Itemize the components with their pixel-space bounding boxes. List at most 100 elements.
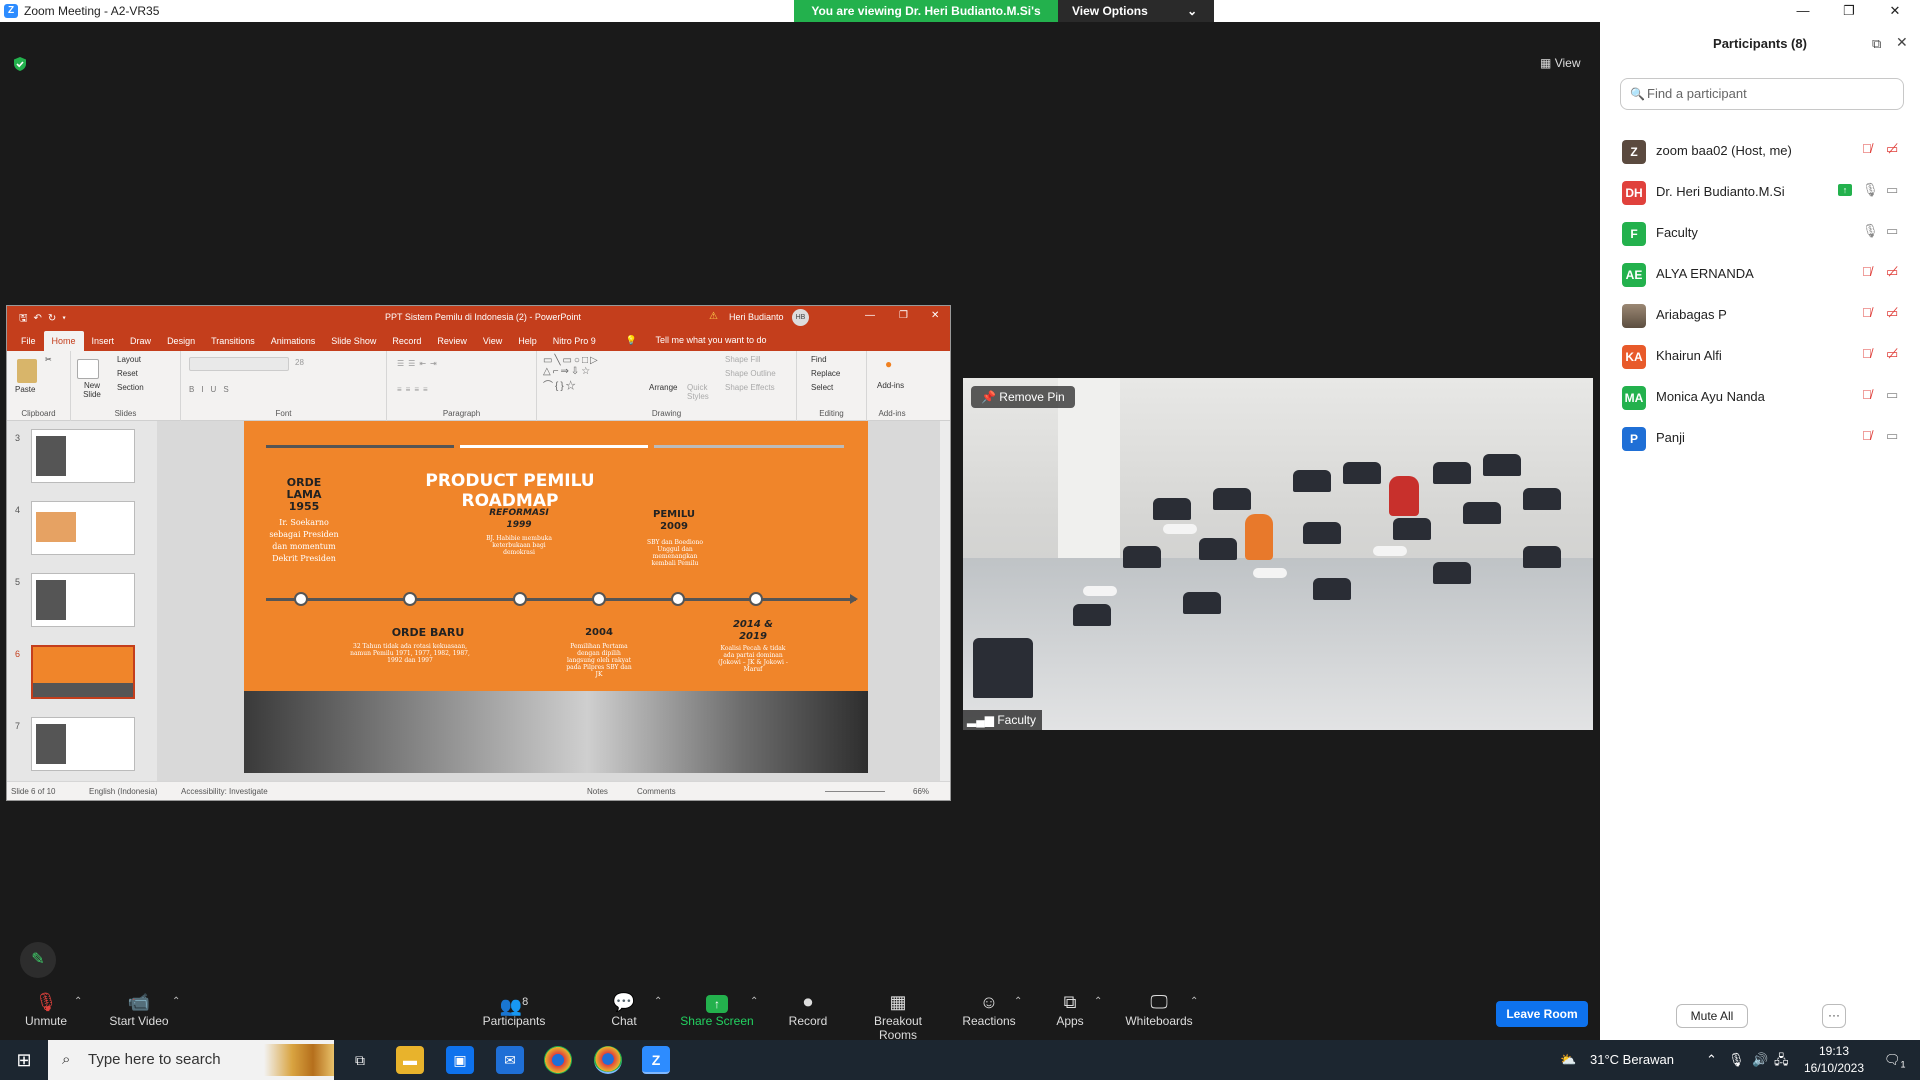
orde-lama-text: Ir. Soekarno sebagai Presiden dan moment… bbox=[269, 518, 339, 563]
participant-row[interactable]: Ariabagas P 🎙̸ ▭̸ bbox=[1600, 295, 1920, 336]
mic-on-icon: 🎙 bbox=[1862, 182, 1879, 197]
restore-button[interactable]: ❐ bbox=[1826, 0, 1872, 22]
start-video-label: Start Video bbox=[109, 1014, 169, 1028]
chair bbox=[1433, 462, 1471, 484]
participant-row[interactable]: KA Khairun Alfi 🎙̸ ▭̸ bbox=[1600, 336, 1920, 377]
chair bbox=[1343, 462, 1381, 484]
chair bbox=[1183, 592, 1221, 614]
close-window-button[interactable]: ✕ bbox=[1872, 0, 1918, 22]
close-panel-icon[interactable]: ✕ bbox=[1896, 34, 1908, 51]
whiteboards-label: Whiteboards bbox=[1125, 1014, 1193, 1028]
ppt-tab-animations: Animations bbox=[270, 336, 316, 346]
share-screen-button[interactable]: ↑ Share Screen bbox=[680, 990, 754, 1028]
muted-mic-icon: 🎙 bbox=[34, 992, 58, 1012]
windows-start-icon[interactable]: ⊞ bbox=[10, 1046, 38, 1074]
taskbar-clock[interactable]: 19:13 16/10/2023 bbox=[1796, 1043, 1872, 1077]
ppt-vertical-scrollbar bbox=[940, 421, 950, 783]
taskbar-search-input[interactable]: ⌕ Type here to search bbox=[48, 1040, 334, 1080]
reactions-options-caret[interactable]: ⌃ bbox=[1014, 996, 1022, 1007]
reactions-button[interactable]: ☺ Reactions bbox=[962, 990, 1016, 1028]
minimize-button[interactable]: — bbox=[1780, 0, 1826, 22]
slide-title: PRODUCT PEMILU ROADMAP bbox=[425, 471, 595, 511]
avatar: P bbox=[1622, 427, 1646, 451]
share-screen-icon: ↑ bbox=[680, 990, 754, 1014]
paste-label: Paste bbox=[15, 385, 36, 394]
participants-button[interactable]: 👥8 Participants bbox=[480, 990, 548, 1028]
chat-button[interactable]: 💬 Chat bbox=[608, 990, 640, 1028]
tell-me-label: Tell me what you want to do bbox=[655, 335, 767, 345]
apps-button[interactable]: ⧉ Apps bbox=[1054, 990, 1086, 1028]
tray-chevron-icon[interactable]: ⌃ bbox=[1706, 1040, 1717, 1080]
desk bbox=[1163, 524, 1197, 534]
participant-row[interactable]: AE ALYA ERNANDA 🎙̸ ▭̸ bbox=[1600, 254, 1920, 295]
leave-room-button[interactable]: Leave Room bbox=[1496, 1001, 1588, 1027]
remove-pin-label: Remove Pin bbox=[999, 390, 1065, 404]
avatar: F bbox=[1622, 222, 1646, 246]
reactions-icon: ☺ bbox=[979, 992, 999, 1012]
participant-search-input[interactable]: 🔍 Find a participant bbox=[1620, 78, 1904, 110]
y2004-heading: 2004 bbox=[585, 627, 613, 638]
pinned-video-tile[interactable]: 📌 Remove Pin ▂▄▆ Faculty bbox=[963, 378, 1593, 730]
video-off-icon: 📹 bbox=[127, 992, 151, 1012]
weather-icon[interactable]: ⛅ bbox=[1560, 1040, 1576, 1080]
person-red bbox=[1389, 476, 1419, 516]
participant-row[interactable]: MA Monica Ayu Nanda 🎙̸ ▭ bbox=[1600, 377, 1920, 418]
chair bbox=[1213, 488, 1251, 510]
annotate-pencil-button[interactable]: ✎ bbox=[20, 942, 56, 978]
chair bbox=[1303, 522, 1341, 544]
store-icon[interactable]: ▣ bbox=[446, 1046, 474, 1074]
share-options-caret[interactable]: ⌃ bbox=[750, 996, 758, 1007]
unmute-button[interactable]: 🎙 Unmute bbox=[20, 990, 72, 1028]
start-video-button[interactable]: 📹 Start Video bbox=[106, 990, 172, 1028]
mute-all-button[interactable]: Mute All bbox=[1676, 1004, 1748, 1028]
chat-options-caret[interactable]: ⌃ bbox=[654, 996, 662, 1007]
participant-row[interactable]: DH Dr. Heri Budianto.M.Si ↑ 🎙 ▭ bbox=[1600, 172, 1920, 213]
breakout-rooms-button[interactable]: ▦ Breakout Rooms bbox=[854, 990, 942, 1042]
timeline-line bbox=[266, 598, 856, 601]
participant-row[interactable]: F Faculty 🎙 ▭ bbox=[1600, 213, 1920, 254]
microphone-tray-icon[interactable]: 🎙 bbox=[1728, 1040, 1745, 1080]
chrome-icon[interactable] bbox=[544, 1046, 572, 1074]
slide-thumbnail: 4 bbox=[7, 499, 147, 559]
record-button[interactable]: ⏺ Record bbox=[788, 990, 828, 1028]
security-shield-icon[interactable] bbox=[12, 56, 28, 72]
whiteboards-button[interactable]: 🖵 Whiteboards bbox=[1124, 990, 1194, 1028]
ppt-tab-help: Help bbox=[518, 336, 537, 346]
chrome-profile-icon[interactable] bbox=[594, 1046, 622, 1074]
ppt-tab-view: View bbox=[482, 336, 503, 346]
more-options-button[interactable]: ··· bbox=[1822, 1004, 1846, 1028]
apps-options-caret[interactable]: ⌃ bbox=[1094, 996, 1102, 1007]
participant-row[interactable]: P Panji 🎙̸ ▭ bbox=[1600, 418, 1920, 459]
view-button[interactable]: ▦ View bbox=[1540, 56, 1580, 70]
slide-thumbnail-image bbox=[31, 429, 135, 483]
audio-options-caret[interactable]: ⌃ bbox=[74, 996, 82, 1007]
share-screen-label: Share Screen bbox=[680, 1014, 754, 1028]
ribbon-group-paragraph: ☰☰⇤⇥ ≡≡≡≡ Paragraph bbox=[387, 351, 537, 421]
zoom-window: Z Zoom Meeting - A2-VR35 You are viewing… bbox=[0, 0, 1920, 1080]
participants-panel: Participants (8) ⧉ ✕ 🔍 Find a participan… bbox=[1600, 22, 1920, 1040]
weather-text[interactable]: 31°C Berawan bbox=[1590, 1040, 1674, 1080]
volume-icon[interactable]: 🔊 bbox=[1752, 1040, 1768, 1080]
slide-count: Slide 6 of 10 bbox=[11, 787, 56, 796]
timeline-dot bbox=[671, 592, 685, 606]
search-highlight-image bbox=[264, 1044, 334, 1076]
whiteboard-options-caret[interactable]: ⌃ bbox=[1190, 996, 1198, 1007]
remove-pin-button[interactable]: 📌 Remove Pin bbox=[971, 386, 1075, 408]
view-options-button[interactable]: View Options ⌄ bbox=[1058, 0, 1214, 22]
new-slide-icon bbox=[77, 359, 99, 379]
slide-progress-bar-grey bbox=[654, 445, 844, 448]
notification-icon[interactable]: 🗨1 bbox=[1884, 1040, 1906, 1080]
clock-time: 19:13 bbox=[1818, 1044, 1850, 1058]
clipboard-group-label: Clipboard bbox=[21, 409, 56, 418]
participant-row[interactable]: Z zoom baa02 (Host, me) 🎙̸ ▭̸ bbox=[1600, 131, 1920, 172]
popout-icon[interactable]: ⧉ bbox=[1872, 36, 1881, 52]
zoom-taskbar-icon[interactable]: Z bbox=[642, 1046, 670, 1074]
list-icons: ☰☰⇤⇥ bbox=[397, 359, 441, 368]
video-options-caret[interactable]: ⌃ bbox=[172, 996, 180, 1007]
file-explorer-icon[interactable]: ▬ bbox=[396, 1046, 424, 1074]
network-icon[interactable]: 🖧 bbox=[1774, 1040, 1789, 1080]
mail-icon[interactable]: ✉ bbox=[496, 1046, 524, 1074]
ribbon-group-addins: ● Add-ins Add-ins bbox=[867, 351, 917, 421]
paste-icon bbox=[17, 359, 37, 383]
task-view-icon[interactable]: ⧉ bbox=[346, 1046, 374, 1074]
